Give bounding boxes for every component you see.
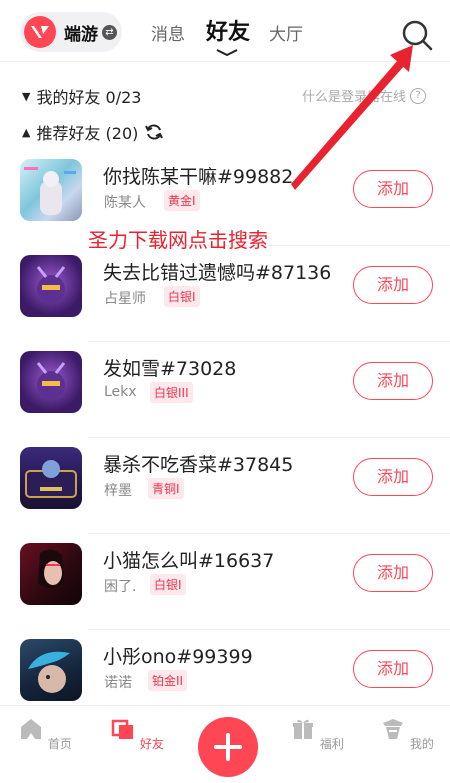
nav-welfare[interactable]: 福利: [287, 716, 347, 752]
friends-icon: [111, 719, 134, 739]
annotation-text: 圣力下载网点击搜索: [88, 228, 268, 252]
nav-home[interactable]: 首页: [15, 716, 75, 752]
profile-icon: [383, 719, 404, 739]
annotation-arrow: [291, 45, 413, 190]
create-button[interactable]: [198, 717, 258, 777]
nav-mine[interactable]: 我的: [377, 716, 437, 752]
nav-home-label: 首页: [47, 737, 72, 751]
nav-friends[interactable]: 好友: [107, 716, 167, 752]
nav-friends-label: 好友: [139, 737, 164, 751]
nav-welfare-label: 福利: [319, 737, 344, 751]
bottom-nav: 首页 好友 福利 我的: [0, 705, 450, 783]
gift-icon: [293, 719, 314, 739]
nav-mine-label: 我的: [409, 737, 434, 751]
plus-icon: [214, 733, 242, 761]
home-icon: [21, 719, 42, 739]
